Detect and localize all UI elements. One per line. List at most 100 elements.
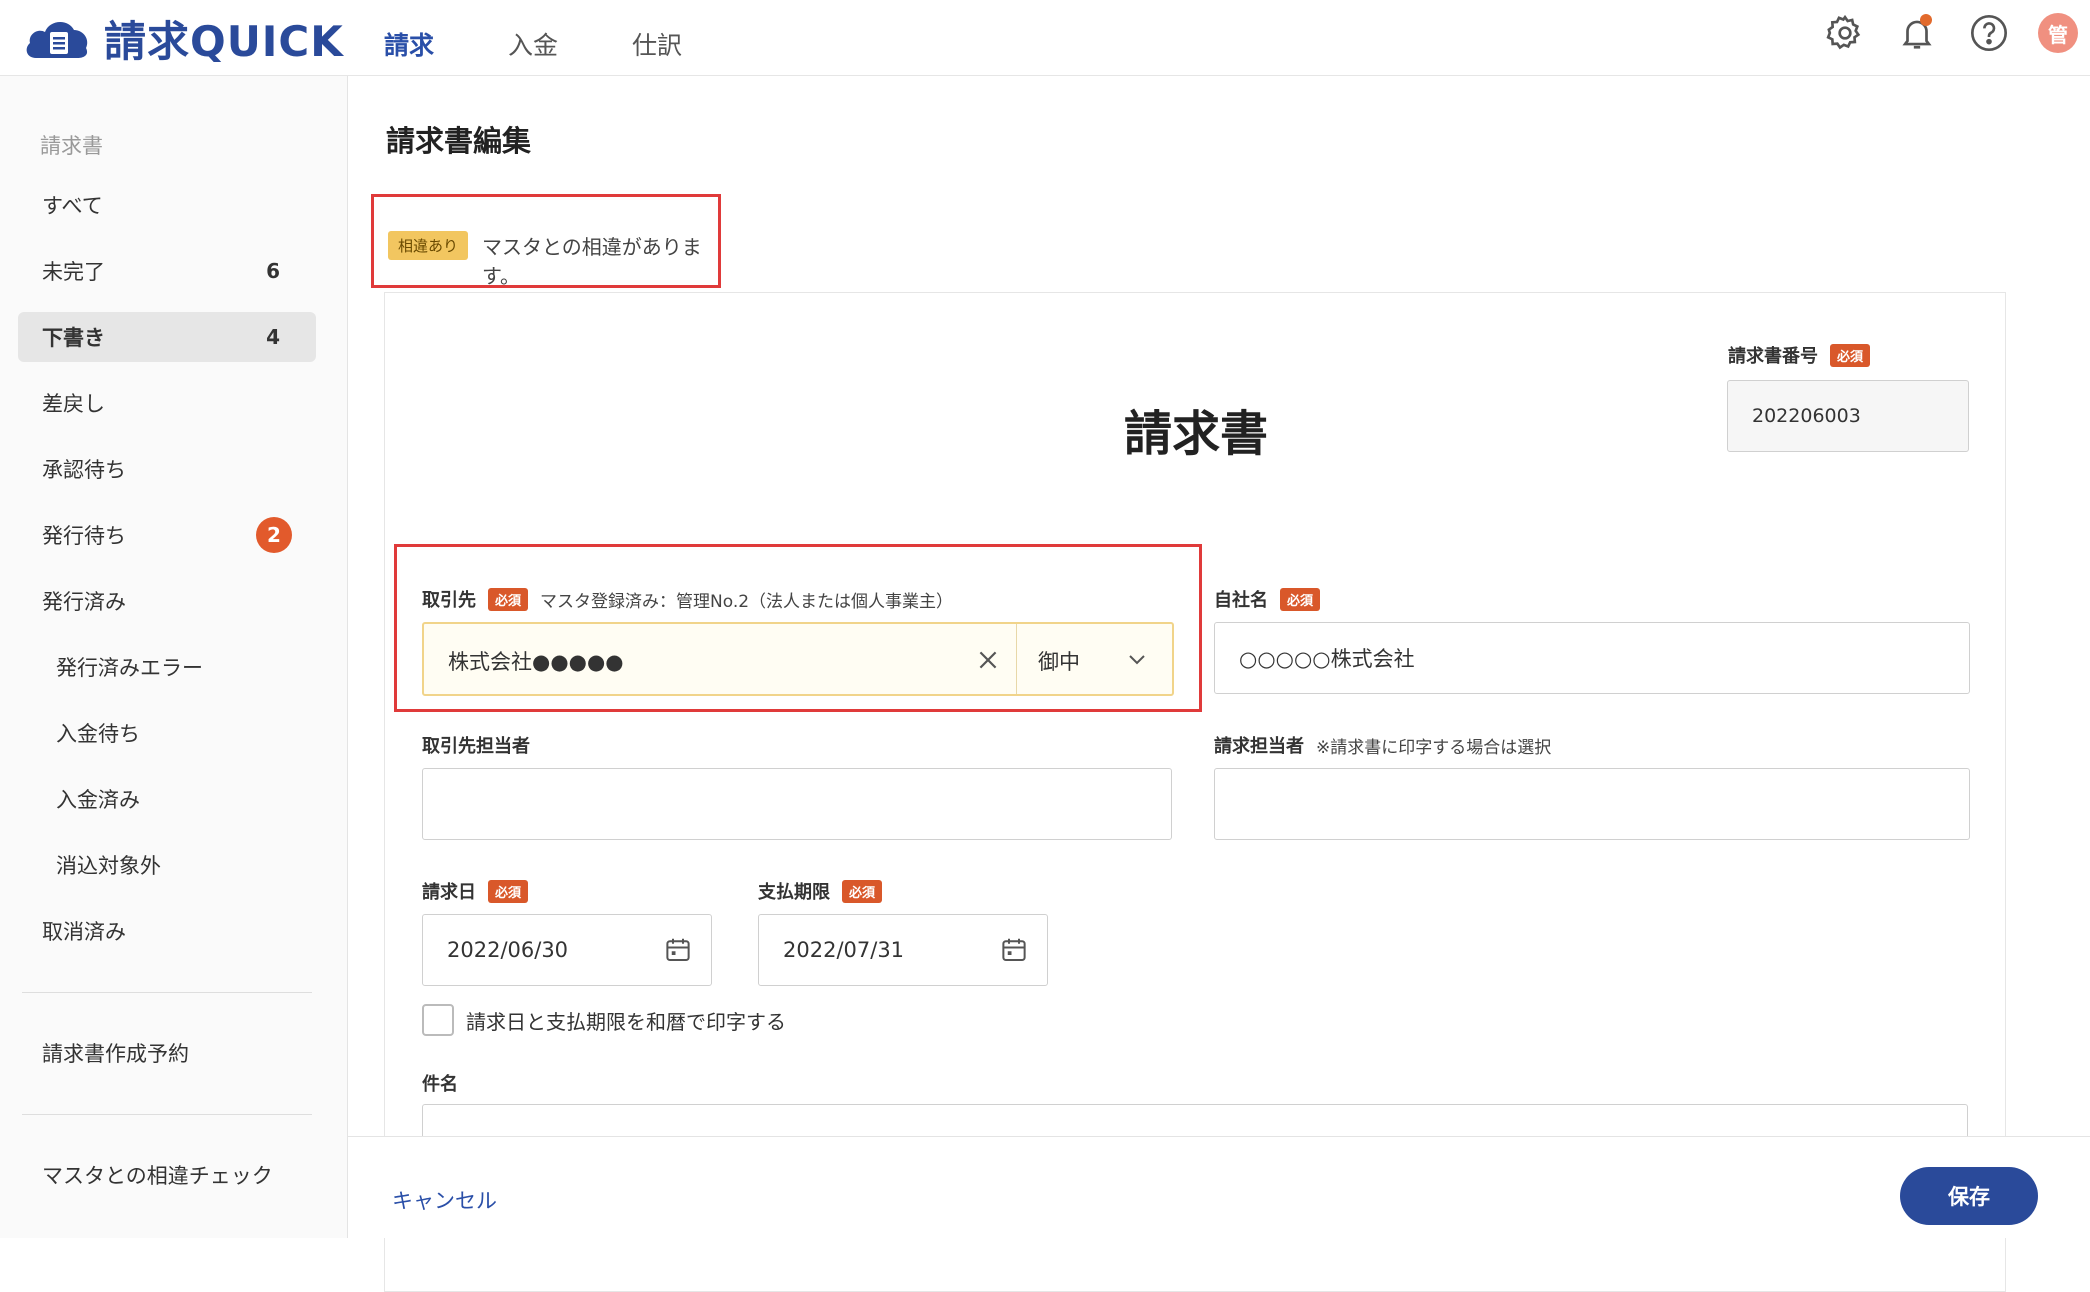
billing-contact-input[interactable] [1214,768,1970,840]
user-avatar[interactable]: 管 [2038,13,2078,53]
sidebar-item-label: 発行済みエラー [56,656,203,680]
partner-value: 株式会社●●●●● [448,650,624,674]
required-badge: 必須 [1280,587,1321,611]
calendar-icon[interactable] [999,935,1029,965]
sidebar-item-issued-error[interactable]: 発行済みエラー [18,642,316,692]
due-date-input[interactable]: 2022/07/31 [758,914,1048,986]
sidebar-item-badge: 2 [256,517,292,553]
sidebar-item-label: マスタとの相違チェック [42,1164,273,1188]
field-label: 支払期限 [758,882,830,903]
partner-label: 取引先 必須 マスタ登録済み：管理No.2（法人または個人事業主） [422,586,953,612]
sidebar-item-label: 発行済み [42,590,126,614]
form-footer: キャンセル 保存 [348,1136,2090,1238]
required-badge: 必須 [488,587,529,611]
notifications-button[interactable] [1894,10,1940,56]
field-label: 自社名 [1214,590,1268,611]
page-title: 請求書編集 [386,124,532,158]
wareki-checkbox-label[interactable]: 請求日と支払期限を和暦で印字する [466,1006,786,1035]
sidebar: 請求書 すべて 未完了 6 下書き 4 差戻し 承認待ち 発行待ち 2 発行済み 発行… [0,76,348,1238]
sidebar-item-count: 6 [266,259,280,283]
sidebar-item-label: すべて [42,194,103,218]
help-icon [1971,15,2007,51]
invoice-date-label: 請求日 必須 [422,878,529,904]
gear-icon [1826,14,1861,50]
partner-contact-label: 取引先担当者 [422,736,530,757]
due-date-value: 2022/07/31 [783,938,905,962]
subject-label: 件名 [422,1074,458,1095]
cloud-document-icon [26,21,88,58]
app-logo[interactable]: 請求QUICK [22,10,344,66]
nav-payment[interactable]: 入金 [508,26,558,70]
required-badge: 必須 [488,879,529,903]
billing-contact-note: ※請求書に印字する場合は選択 [1316,737,1552,758]
top-navigation: 請求 入金 仕訳 [384,26,756,70]
input-separator [1016,624,1017,694]
own-company-label: 自社名 必須 [1214,586,1321,612]
document-title: 請求書 [1124,406,1269,462]
wareki-checkbox[interactable] [422,1004,454,1036]
sidebar-item-count: 4 [266,325,280,349]
invoice-date-input[interactable]: 2022/06/30 [422,914,712,986]
nav-journal[interactable]: 仕訳 [632,26,682,70]
calendar-icon[interactable] [663,935,693,965]
sidebar-item-label: 承認待ち [42,458,126,482]
sidebar-item-label: 取消済み [42,920,126,944]
sidebar-item-draft[interactable]: 下書き 4 [18,312,316,362]
sidebar-item-label: 入金済み [56,788,140,812]
sidebar-item-awaiting-approval[interactable]: 承認待ち [18,444,316,494]
due-date-label: 支払期限 必須 [758,878,883,904]
app-name: 請求QUICK [104,16,344,66]
close-icon [979,651,997,669]
field-label: 請求担当者 [1214,736,1304,757]
honorific-select-value[interactable]: 御中 [1038,646,1080,676]
sidebar-item-label: 消込対象外 [56,854,161,878]
header-icons: 管 [1796,10,2078,56]
sidebar-item-returned[interactable]: 差戻し [18,378,316,428]
required-badge: 必須 [1830,343,1871,367]
clear-partner-button[interactable] [968,640,1008,680]
sidebar-item-label: 下書き [42,326,105,350]
sidebar-item-label: 請求書作成予約 [42,1042,189,1066]
cancel-button[interactable]: キャンセル [392,1185,497,1215]
discrepancy-message: マスタとの相違があります。 [482,235,702,288]
honorific-dropdown-button[interactable] [1120,642,1154,676]
discrepancy-tag: 相違あり [388,231,469,260]
sidebar-item-label: 未完了 [42,260,105,284]
chevron-down-icon [1129,655,1145,665]
sidebar-item-incomplete[interactable]: 未完了 6 [18,246,316,296]
required-badge: 必須 [842,879,883,903]
save-button[interactable]: 保存 [1900,1167,2038,1225]
partner-input[interactable]: 株式会社●●●●● 御中 [422,622,1174,696]
sidebar-item-issued[interactable]: 発行済み [18,576,316,626]
partner-master-note: マスタ登録済み：管理No.2（法人または個人事業主） [540,591,954,612]
sidebar-item-excluded[interactable]: 消込対象外 [18,840,316,890]
sidebar-divider [22,1114,312,1115]
billing-contact-label: 請求担当者 ※請求書に印字する場合は選択 [1214,732,1551,758]
notification-dot [1920,14,1932,26]
header: 請求QUICK 請求 入金 仕訳 管 [0,0,2090,76]
help-button[interactable] [1966,10,2012,56]
field-label: 請求書番号 [1728,346,1818,367]
sidebar-item-label: 発行待ち [42,524,126,548]
invoice-date-value: 2022/06/30 [447,938,569,962]
sidebar-item-reservation[interactable]: 請求書作成予約 [18,1028,316,1078]
sidebar-item-label: 差戻し [42,392,105,416]
sidebar-section-title: 請求書 [40,134,103,158]
partner-contact-input[interactable] [422,768,1172,840]
sidebar-item-awaiting-payment[interactable]: 入金待ち [18,708,316,758]
invoice-number-field[interactable]: 202206003 [1727,380,1969,452]
sidebar-item-cancelled[interactable]: 取消済み [18,906,316,956]
settings-button[interactable] [1822,10,1868,56]
sidebar-item-all[interactable]: すべて [18,180,316,230]
nav-billing[interactable]: 請求 [384,26,434,70]
discrepancy-alert: 相違あり マスタとの相違があります。 [371,194,721,288]
field-label: 請求日 [422,882,476,903]
own-company-input[interactable]: ○○○○○株式会社 [1214,622,1970,694]
sidebar-item-master-check[interactable]: マスタとの相違チェック [18,1150,316,1200]
sidebar-divider [22,992,312,993]
field-label: 取引先 [422,590,476,611]
sidebar-item-awaiting-issue[interactable]: 発行待ち 2 [18,510,316,560]
invoice-number-label: 請求書番号 必須 [1728,342,1871,368]
sidebar-item-paid[interactable]: 入金済み [18,774,316,824]
sidebar-item-label: 入金待ち [56,722,140,746]
